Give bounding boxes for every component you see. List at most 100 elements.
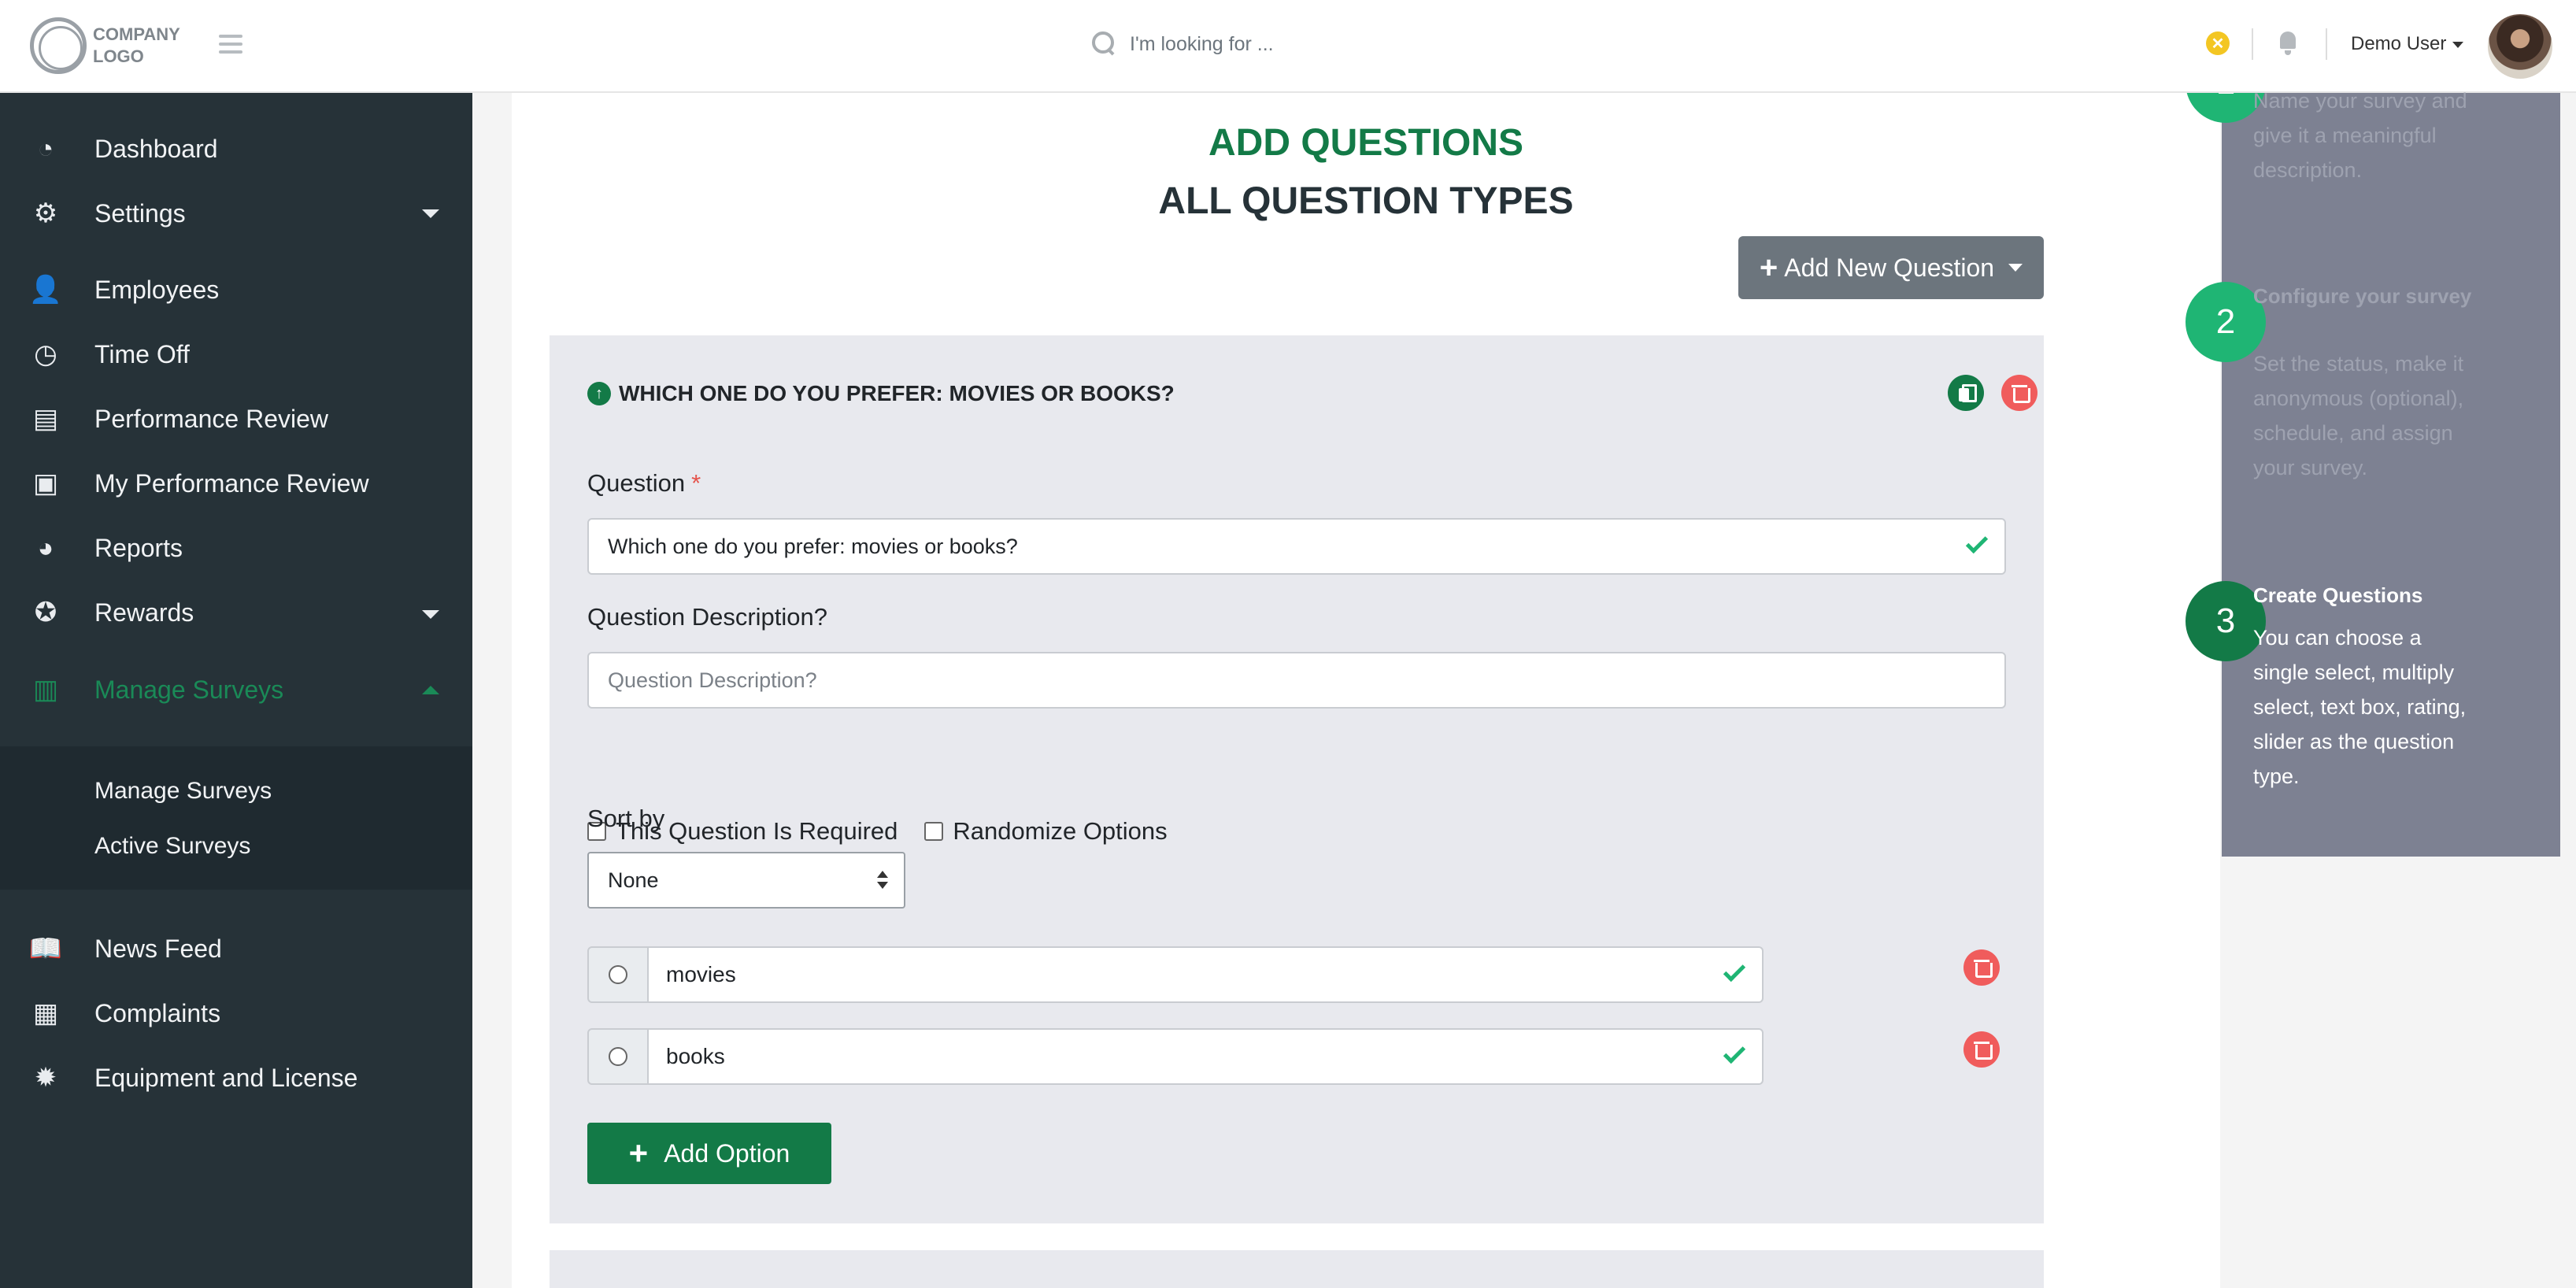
question-options-row: This Question Is Required Randomize Opti…	[587, 817, 1168, 846]
page-title: ADD QUESTIONS	[1208, 122, 1524, 164]
arrow-up-circle-icon[interactable]: ↑	[587, 382, 611, 405]
delete-option-button[interactable]	[1963, 1031, 2000, 1068]
logo-text: COMPANY LOGO	[93, 24, 180, 66]
question-label: Question *	[587, 469, 701, 498]
sidebar-item-performance-review[interactable]: ▤ Performance Review	[0, 391, 472, 446]
question-card-header: ↑ WHICH ONE DO YOU PREFER: MOVIES OR BOO…	[587, 381, 1175, 406]
sidebar-item-reports[interactable]: ◕ Reports	[0, 520, 472, 576]
option-radio-box	[587, 1028, 649, 1085]
submenu-item-manage-surveys[interactable]: Manage Surveys	[94, 778, 272, 805]
sidebar: ◔ Dashboard ⚙ Settings 👤 Employees ◷ Tim…	[0, 93, 472, 1288]
randomize-checkbox[interactable]	[924, 822, 944, 841]
option-input[interactable]: movies	[649, 946, 1764, 1003]
sidebar-item-settings[interactable]: ⚙ Settings	[0, 186, 472, 241]
add-new-question-button[interactable]: + Add New Question	[1738, 236, 2044, 299]
sidebar-item-label: Employees	[94, 275, 220, 304]
sidebar-item-manage-surveys[interactable]: ▥ Manage Surveys	[0, 662, 472, 717]
sidebar-item-rewards[interactable]: ✪ Rewards	[0, 585, 472, 640]
plus-icon: +	[1759, 250, 1778, 285]
clock-icon: ◷	[34, 339, 57, 369]
divider	[2326, 28, 2327, 60]
dashboard-icon: ◔	[37, 133, 54, 164]
sidebar-item-label: Time Off	[94, 339, 190, 368]
sort-by-value: None	[608, 868, 659, 892]
randomize-checkbox-label: Randomize Options	[953, 817, 1168, 845]
next-question-card	[550, 1250, 2044, 1288]
select-arrows-icon	[877, 871, 888, 891]
sidebar-item-my-performance-review[interactable]: ▣ My Performance Review	[0, 456, 472, 511]
step-2-text: Set the status, make it anonymous (optio…	[2253, 352, 2464, 479]
search-input[interactable]: I'm looking for ...	[1130, 33, 1274, 56]
check-icon	[1723, 959, 1746, 983]
sidebar-item-label: Performance Review	[94, 404, 328, 433]
company-logo[interactable]: COMPANY LOGO	[30, 17, 187, 74]
gear-icon: ⚙	[33, 198, 58, 228]
option-radio-box	[587, 946, 649, 1003]
step-2-title: Configure your survey	[2253, 284, 2472, 308]
caret-down-icon	[2452, 41, 2464, 48]
sidebar-item-label: Reports	[94, 533, 183, 562]
bar-chart-icon: ▥	[32, 675, 59, 705]
chevron-down-icon	[422, 209, 439, 218]
pie-chart-icon: ◕	[37, 532, 54, 563]
sidebar-item-label: Manage Surveys	[94, 675, 284, 704]
award-icon: ✪	[34, 598, 57, 627]
sidebar-item-dashboard[interactable]: ◔ Dashboard	[0, 121, 472, 176]
description-input[interactable]: Question Description?	[587, 652, 2006, 709]
trash-icon	[1974, 960, 1993, 978]
sidebar-item-employees[interactable]: 👤 Employees	[0, 262, 472, 317]
submenu-item-active-surveys[interactable]: Active Surveys	[94, 833, 250, 860]
surveys-submenu: Manage Surveys Active Surveys	[0, 746, 472, 890]
sidebar-item-label: Rewards	[94, 598, 194, 627]
option-radio[interactable]	[609, 965, 627, 984]
question-card: ↑ WHICH ONE DO YOU PREFER: MOVIES OR BOO…	[550, 335, 2044, 1223]
page-subtitle: ALL QUESTION TYPES	[1158, 180, 1574, 222]
chevron-down-icon	[422, 610, 439, 619]
divider	[2252, 28, 2253, 60]
delete-question-button[interactable]	[2001, 375, 2037, 411]
bell-icon[interactable]	[2275, 30, 2300, 57]
sidebar-item-label: Dashboard	[94, 134, 218, 163]
book-reader-icon: 📖	[28, 934, 63, 964]
search-bar[interactable]: I'm looking for ...	[1090, 30, 1274, 58]
trash-icon	[2012, 385, 2030, 403]
step-3-text: You can choose a single select, multiply…	[2253, 626, 2467, 788]
description-label: Question Description?	[587, 603, 827, 631]
option-row: movies	[587, 946, 1764, 1003]
trash-icon	[1974, 1042, 1993, 1060]
menu-toggle-icon[interactable]	[219, 35, 242, 54]
user-menu[interactable]: Demo User	[2351, 33, 2464, 55]
id-card-icon: ▤	[32, 404, 59, 434]
id-badge-icon: ▣	[32, 468, 59, 498]
step-3-title: Create Questions	[2253, 583, 2423, 607]
avatar[interactable]	[2488, 14, 2552, 79]
copy-icon	[1959, 384, 1977, 402]
sidebar-item-time-off[interactable]: ◷ Time Off	[0, 327, 472, 382]
add-new-question-label: Add New Question	[1784, 253, 1995, 282]
check-icon	[1965, 531, 1989, 554]
question-input[interactable]: Which one do you prefer: movies or books…	[587, 518, 2006, 575]
caret-down-icon	[2008, 264, 2023, 272]
sidebar-item-equipment-and-license[interactable]: ✹ Equipment and License	[0, 1050, 472, 1105]
logo-icon	[30, 17, 87, 74]
delete-option-button[interactable]	[1963, 949, 2000, 986]
option-input[interactable]: books	[649, 1028, 1764, 1085]
status-indicator-icon[interactable]: ✕	[2206, 31, 2230, 55]
question-input-value: Which one do you prefer: movies or books…	[608, 534, 1018, 558]
cog-badge-icon: ✹	[34, 1063, 57, 1093]
duplicate-question-button[interactable]	[1948, 375, 1984, 411]
sort-by-select[interactable]: None	[587, 852, 905, 909]
sidebar-item-label: News Feed	[94, 934, 222, 963]
top-header: COMPANY LOGO I'm looking for ... ✕ Demo …	[0, 0, 2576, 93]
add-option-button[interactable]: + Add Option	[587, 1123, 831, 1184]
user-icon: 👤	[28, 275, 63, 305]
check-icon	[1723, 1041, 1746, 1064]
option-value: movies	[666, 962, 736, 986]
document-icon: ▦	[32, 998, 59, 1028]
sidebar-item-news-feed[interactable]: 📖 News Feed	[0, 921, 472, 976]
option-radio[interactable]	[609, 1047, 627, 1066]
sidebar-item-label: My Performance Review	[94, 468, 369, 498]
sort-by-label: Sort by	[587, 805, 665, 832]
question-heading: WHICH ONE DO YOU PREFER: MOVIES OR BOOKS…	[619, 381, 1175, 405]
sidebar-item-complaints[interactable]: ▦ Complaints	[0, 986, 472, 1041]
